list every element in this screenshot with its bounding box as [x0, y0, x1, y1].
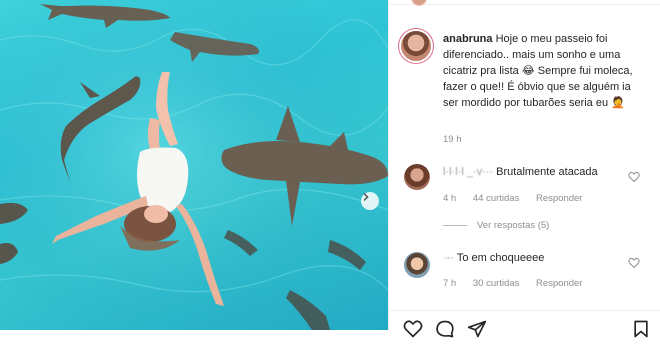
- post-caption: anabruna Hoje o meu passeio foi diferenc…: [443, 31, 643, 111]
- post-timestamp: 19 h: [443, 134, 462, 145]
- comment-meta: 7 h 30 curtidas Responder: [443, 278, 596, 289]
- heart-icon: [628, 257, 640, 269]
- comment-time: 4 h: [443, 193, 457, 204]
- comment-avatar[interactable]: [404, 164, 430, 190]
- bookmark-icon: [634, 320, 648, 338]
- save-button[interactable]: [631, 319, 651, 339]
- share-button[interactable]: [467, 319, 487, 339]
- comment-button[interactable]: [435, 319, 455, 339]
- comment-username[interactable]: ·-·: [443, 252, 454, 264]
- comment-item: l·l·l·l _·v··· Brutalmente atacada: [443, 166, 598, 178]
- post-action-bar: [389, 310, 660, 338]
- heart-icon: [403, 320, 423, 338]
- carousel-next-button[interactable]: [361, 192, 379, 210]
- heart-icon: [628, 171, 640, 183]
- header-divider: [389, 0, 660, 5]
- author-avatar[interactable]: [401, 31, 431, 61]
- view-replies-button[interactable]: Ver respostas (5): [443, 220, 549, 231]
- comment-avatar[interactable]: [404, 252, 430, 278]
- comment-meta: 4 h 44 curtidas Responder: [443, 193, 596, 204]
- chevron-right-icon: [363, 193, 369, 201]
- post-photo[interactable]: [0, 0, 388, 330]
- photo-scene: [0, 0, 388, 330]
- comment-reply-link[interactable]: Responder: [536, 278, 582, 289]
- comment-time: 7 h: [443, 278, 457, 289]
- comment-reply-link[interactable]: Responder: [536, 193, 582, 204]
- view-replies-label: Ver respostas (5): [477, 220, 550, 231]
- like-button[interactable]: [403, 319, 423, 339]
- replies-divider: [443, 225, 467, 226]
- comment-like-button[interactable]: [628, 170, 642, 184]
- author-username[interactable]: anabruna: [443, 33, 493, 45]
- header-avatar[interactable]: [411, 0, 427, 6]
- comment-likes-link[interactable]: 44 curtidas: [473, 193, 519, 204]
- comment-like-button[interactable]: [628, 256, 642, 270]
- send-icon: [467, 320, 487, 338]
- comment-icon: [436, 320, 454, 338]
- comment-body: Brutalmente atacada: [496, 166, 598, 178]
- comment-likes-link[interactable]: 30 curtidas: [473, 278, 519, 289]
- comment-item: ·-· To em choqueeee: [443, 252, 544, 264]
- comment-body: To em choqueeee: [456, 252, 545, 264]
- post-side-panel: anabruna Hoje o meu passeio foi diferenc…: [388, 0, 660, 338]
- comment-username[interactable]: l·l·l·l _·v···: [443, 166, 493, 178]
